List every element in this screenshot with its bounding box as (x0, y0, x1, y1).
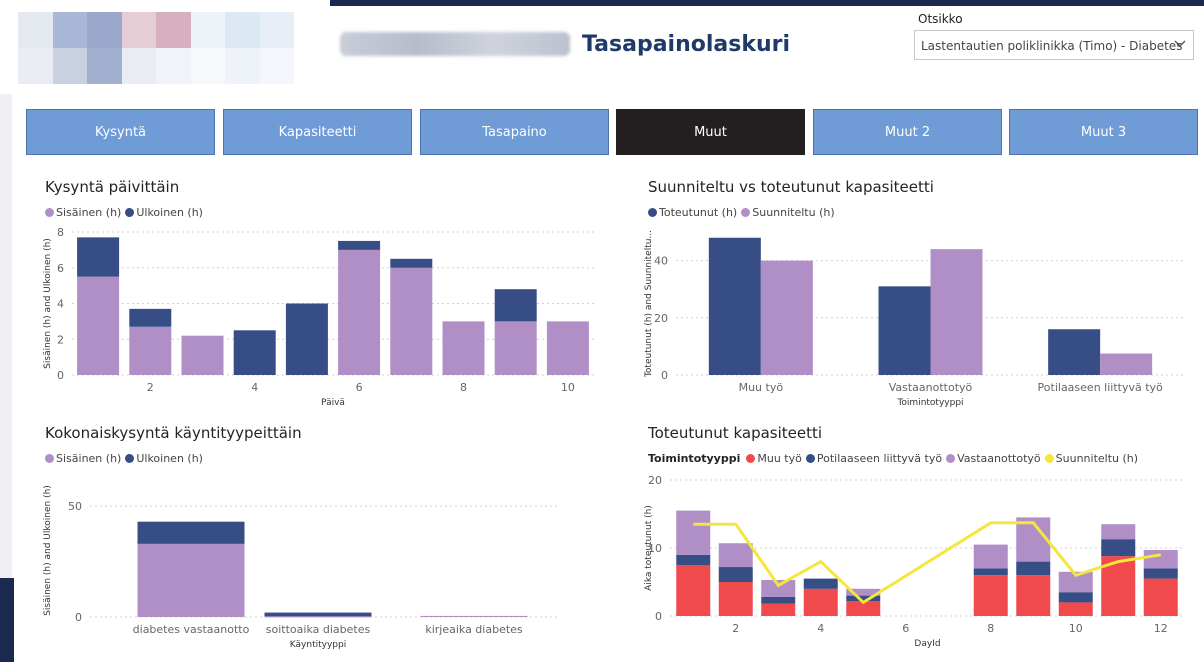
x-tick-label: 2 (732, 622, 739, 635)
y-tick-label: 0 (655, 610, 662, 623)
bar (1143, 550, 1178, 569)
bar (973, 575, 1008, 616)
bar (1058, 592, 1093, 603)
bar (761, 596, 796, 604)
bar (1143, 578, 1178, 616)
bar (761, 603, 796, 616)
bar (1101, 524, 1136, 540)
x-tick-label: 4 (817, 622, 824, 635)
bar (676, 554, 711, 565)
bar (1101, 539, 1136, 557)
bar (973, 568, 1008, 576)
bar (718, 543, 753, 568)
bar (803, 578, 838, 589)
y-tick-label: 20 (648, 474, 662, 487)
bar (761, 579, 796, 597)
y-axis-title: Aika toteutunut (h) (644, 505, 654, 591)
x-tick-label: 6 (902, 622, 909, 635)
x-tick-label: 10 (1069, 622, 1083, 635)
x-tick-label: 12 (1154, 622, 1168, 635)
bar (973, 544, 1008, 569)
bar (1016, 575, 1051, 616)
bar (1058, 602, 1093, 616)
x-axis-title: DayId (914, 639, 940, 649)
chart-actual: 01020Aika toteutunut (h)2 4 6 8 10 12DayId (644, 474, 1185, 649)
x-tick-label: 8 (987, 622, 994, 635)
bar (718, 567, 753, 582)
bar (718, 582, 753, 616)
bar (676, 565, 711, 616)
bar (1016, 561, 1051, 576)
bar (1143, 568, 1178, 579)
bar (676, 510, 711, 555)
bar (803, 588, 838, 616)
